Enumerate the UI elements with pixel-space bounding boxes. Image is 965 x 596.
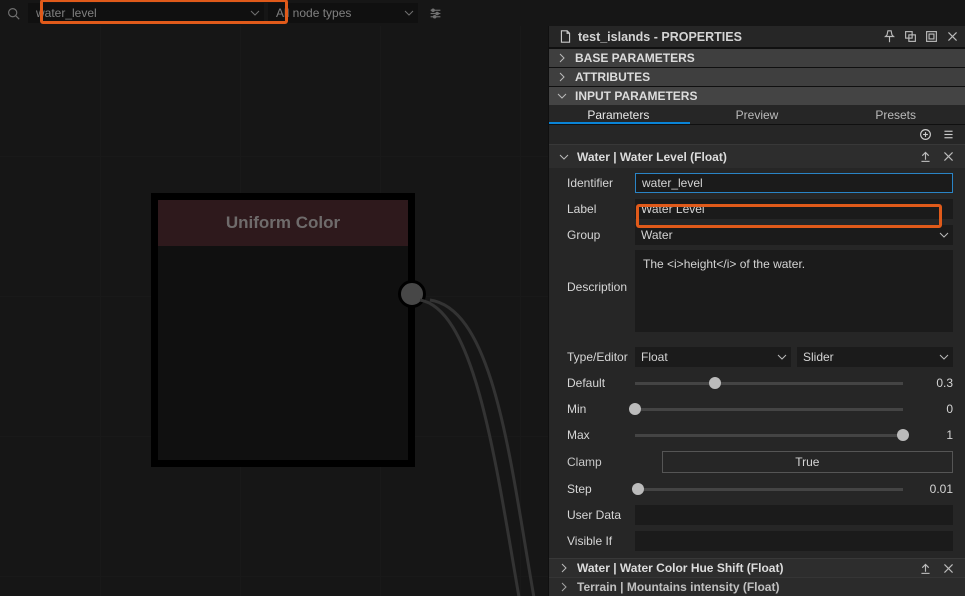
menu-icon[interactable] — [942, 128, 955, 141]
type-label: Type/Editor — [567, 350, 635, 364]
chevron-down-icon — [557, 91, 567, 101]
section-attributes[interactable]: ATTRIBUTES — [549, 67, 965, 86]
group-label: Group — [567, 228, 635, 242]
popout-icon[interactable] — [904, 30, 917, 43]
group-header-water-level[interactable]: Water | Water Level (Float) — [549, 144, 965, 168]
section-label: BASE PARAMETERS — [575, 51, 695, 65]
visibleif-input[interactable] — [635, 531, 953, 551]
identifier-label: Identifier — [567, 176, 635, 190]
panel-titlebar: test_islands - PROPERTIES — [549, 26, 965, 48]
maximize-icon[interactable] — [925, 30, 938, 43]
expose-icon[interactable] — [919, 150, 932, 163]
tab-presets[interactable]: Presets — [826, 105, 965, 125]
group-header-water-color[interactable]: Water | Water Color Hue Shift (Float) — [549, 558, 965, 577]
min-value[interactable]: 0 — [911, 402, 953, 416]
node-type-filter[interactable]: All node types — [268, 3, 418, 23]
group-header-text: Water | Water Color Hue Shift (Float) — [577, 561, 783, 575]
userdata-label: User Data — [567, 508, 635, 522]
properties-panel: test_islands - PROPERTIES BASE PARAMETER… — [548, 26, 965, 596]
node-type-filter-label: All node types — [276, 6, 351, 20]
search-icon — [2, 7, 24, 20]
node-title: Uniform Color — [158, 200, 408, 246]
step-slider[interactable] — [635, 488, 903, 491]
max-label: Max — [567, 428, 635, 442]
section-base-parameters[interactable]: BASE PARAMETERS — [549, 48, 965, 67]
param-group-water-level: Water | Water Level (Float) Identifier w… — [549, 144, 965, 558]
chevron-down-icon — [559, 152, 569, 162]
default-value[interactable]: 0.3 — [911, 376, 953, 390]
chevron-right-icon — [557, 72, 567, 82]
graph-canvas[interactable]: Uniform Color — [0, 26, 548, 596]
search-value: water_level — [36, 6, 97, 20]
node-uniform-color[interactable]: Uniform Color — [152, 194, 414, 466]
description-label: Description — [567, 250, 635, 294]
identifier-input[interactable]: water_level — [635, 173, 953, 193]
panel-title-text: test_islands - PROPERTIES — [578, 30, 877, 44]
clamp-label: Clamp — [567, 455, 602, 469]
add-icon[interactable] — [919, 128, 932, 141]
max-slider[interactable] — [635, 434, 903, 437]
chevron-right-icon — [557, 53, 567, 63]
close-icon[interactable] — [946, 30, 959, 43]
graph-toolbar: water_level All node types — [0, 0, 965, 26]
default-label: Default — [567, 376, 635, 390]
search-input[interactable]: water_level — [28, 3, 264, 23]
default-slider[interactable] — [635, 382, 903, 385]
pin-icon[interactable] — [883, 30, 896, 43]
step-label: Step — [567, 482, 635, 496]
chevron-right-icon — [559, 563, 569, 573]
chevron-right-icon — [559, 582, 569, 592]
param-tabs: Parameters Preview Presets — [549, 105, 965, 126]
node-output-port[interactable] — [398, 280, 426, 308]
group-header-terrain[interactable]: Terrain | Mountains intensity (Float) — [549, 577, 965, 596]
description-input[interactable]: The <i>height</i> of the water. — [635, 250, 953, 332]
section-label: ATTRIBUTES — [575, 70, 650, 84]
editor-select[interactable]: Slider — [797, 347, 953, 367]
type-select[interactable]: Float — [635, 347, 791, 367]
max-value[interactable]: 1 — [911, 428, 953, 442]
section-label: INPUT PARAMETERS — [575, 89, 697, 103]
delete-icon[interactable] — [942, 562, 955, 575]
param-tools — [549, 125, 965, 144]
userdata-input[interactable] — [635, 505, 953, 525]
delete-icon[interactable] — [942, 150, 955, 163]
group-header-text: Water | Water Level (Float) — [577, 150, 727, 164]
document-icon — [559, 30, 572, 43]
group-header-text: Terrain | Mountains intensity (Float) — [577, 580, 779, 594]
label-label: Label — [567, 202, 635, 216]
tab-preview[interactable]: Preview — [688, 105, 827, 125]
visibleif-label: Visible If — [567, 534, 635, 548]
min-slider[interactable] — [635, 408, 903, 411]
step-value[interactable]: 0.01 — [911, 482, 953, 496]
clamp-toggle[interactable]: True — [662, 451, 953, 473]
group-select[interactable]: Water — [635, 225, 953, 245]
tab-parameters[interactable]: Parameters — [549, 105, 688, 125]
min-label: Min — [567, 402, 635, 416]
expose-icon[interactable] — [919, 562, 932, 575]
label-input[interactable]: Water Level — [635, 199, 953, 219]
filter-options-icon[interactable] — [422, 7, 448, 20]
section-input-parameters[interactable]: INPUT PARAMETERS — [549, 86, 965, 105]
